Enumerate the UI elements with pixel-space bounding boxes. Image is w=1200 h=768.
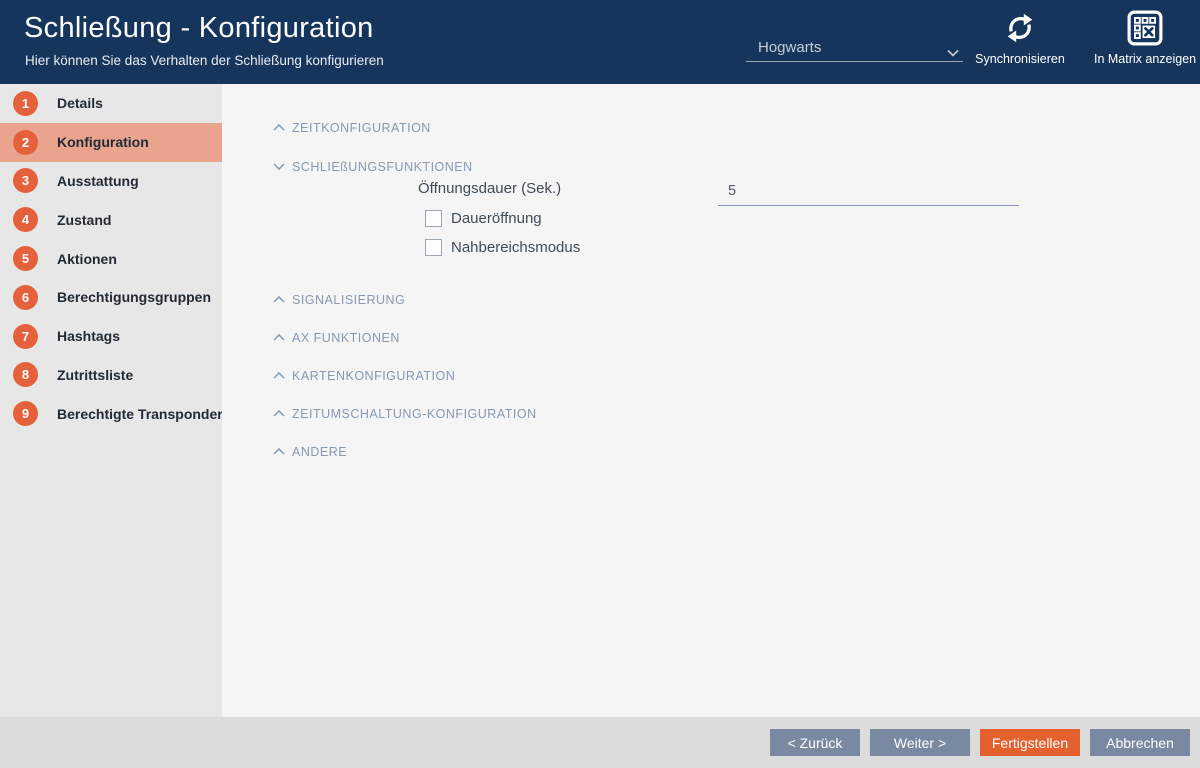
section-andere[interactable]: ANDERE xyxy=(273,443,347,460)
page-subtitle: Hier können Sie das Verhalten der Schlie… xyxy=(25,53,384,68)
step-number-badge: 2 xyxy=(13,129,38,155)
sidebar-item-konfiguration[interactable]: 2 Konfiguration xyxy=(0,122,237,162)
cancel-button[interactable]: Abbrechen xyxy=(1090,729,1190,756)
chevron-down-icon xyxy=(947,44,959,62)
permanent-open-label: Daueröffnung xyxy=(451,210,542,227)
locking-system-value: Hogwarts xyxy=(758,39,822,56)
section-schliessungsfunktionen[interactable]: SCHLIEßUNGSFUNKTIONEN xyxy=(273,158,473,175)
sidebar-item-details[interactable]: 1 Details xyxy=(0,84,222,123)
sidebar-item-aktionen[interactable]: 5 Aktionen xyxy=(0,239,222,278)
close-range-mode-label: Nahbereichsmodus xyxy=(451,239,581,256)
chevron-up-icon xyxy=(273,372,285,379)
sidebar-item-hashtags[interactable]: 7 Hashtags xyxy=(0,317,222,356)
locking-system-select[interactable]: Hogwarts xyxy=(746,34,963,62)
section-kartenkonfiguration[interactable]: KARTENKONFIGURATION xyxy=(273,367,455,384)
permanent-open-row: Daueröffnung xyxy=(425,210,542,227)
show-in-matrix-label: In Matrix anzeigen xyxy=(1094,52,1197,66)
next-button[interactable]: Weiter > xyxy=(870,729,970,756)
permanent-open-checkbox[interactable] xyxy=(425,210,442,227)
chevron-up-icon xyxy=(273,334,285,341)
matrix-grid-icon xyxy=(1094,10,1196,46)
sidebar-item-berechtigte-transponder[interactable]: 9 Berechtigte Transponder xyxy=(0,394,223,433)
footer-button-bar: < Zurück Weiter > Fertigstellen Abbreche… xyxy=(0,717,1200,768)
step-number-badge: 5 xyxy=(13,246,38,272)
section-ax-funktionen[interactable]: AX FUNKTIONEN xyxy=(273,329,400,346)
configuration-panel: ZEITKONFIGURATION SCHLIEßUNGSFUNKTIONEN … xyxy=(222,84,1200,717)
back-button[interactable]: < Zurück xyxy=(770,729,860,756)
section-zeitkonfiguration[interactable]: ZEITKONFIGURATION xyxy=(273,119,431,136)
chevron-up-icon xyxy=(273,296,285,303)
sidebar-item-ausstattung[interactable]: 3 Ausstattung xyxy=(0,162,222,201)
synchronize-button[interactable]: Synchronisieren xyxy=(972,10,1068,66)
step-number-badge: 8 xyxy=(13,362,38,388)
close-range-mode-row: Nahbereichsmodus xyxy=(425,239,580,256)
wizard-step-sidebar: 1 Details 2 Konfiguration 3 Ausstattung … xyxy=(0,84,237,717)
opening-duration-input[interactable] xyxy=(718,178,1019,206)
sidebar-item-zutrittsliste[interactable]: 8 Zutrittsliste xyxy=(0,356,222,395)
chevron-up-icon xyxy=(273,410,285,417)
header: Schließung - Konfiguration Hier können S… xyxy=(0,0,1200,84)
opening-duration-label: Öffnungsdauer (Sek.) xyxy=(418,180,562,197)
step-number-badge: 3 xyxy=(13,168,38,194)
chevron-down-icon xyxy=(273,163,285,170)
sidebar-item-zustand[interactable]: 4 Zustand xyxy=(0,200,222,239)
step-number-badge: 6 xyxy=(13,284,38,310)
synchronize-label: Synchronisieren xyxy=(975,52,1065,66)
finish-button[interactable]: Fertigstellen xyxy=(980,729,1080,756)
chevron-up-icon xyxy=(273,124,285,131)
show-in-matrix-button[interactable]: In Matrix anzeigen xyxy=(1094,10,1196,66)
step-number-badge: 1 xyxy=(13,90,38,116)
sidebar-item-berechtigungsgruppen[interactable]: 6 Berechtigungsgruppen xyxy=(0,278,222,317)
step-number-badge: 9 xyxy=(13,401,38,427)
page-title: Schließung - Konfiguration xyxy=(24,12,374,44)
close-range-mode-checkbox[interactable] xyxy=(425,239,442,256)
step-number-badge: 4 xyxy=(13,207,38,233)
section-zeitumschaltung-konfiguration[interactable]: ZEITUMSCHALTUNG-KONFIGURATION xyxy=(273,405,537,422)
section-signalisierung[interactable]: SIGNALISIERUNG xyxy=(273,291,405,308)
sync-icon xyxy=(972,10,1068,46)
step-number-badge: 7 xyxy=(13,323,38,349)
chevron-up-icon xyxy=(273,448,285,455)
lock-configuration-wizard: Schließung - Konfiguration Hier können S… xyxy=(0,0,1200,768)
